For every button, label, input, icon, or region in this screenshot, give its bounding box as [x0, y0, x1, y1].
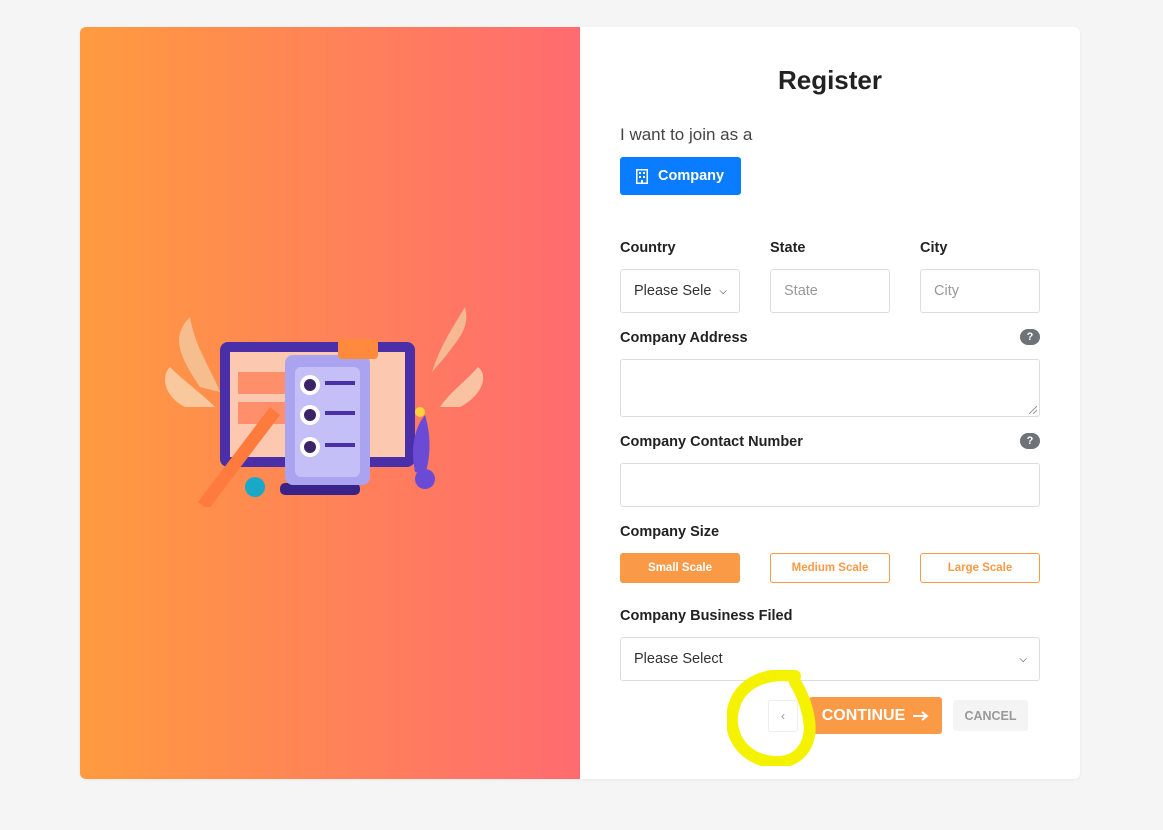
- building-icon: [636, 168, 648, 184]
- state-label: State: [770, 240, 806, 256]
- country-select-value: Please Sele: [634, 283, 712, 299]
- register-card: Register I want to join as a Company Cou…: [80, 27, 1080, 779]
- city-input[interactable]: City: [920, 269, 1040, 313]
- company-option-button[interactable]: Company: [620, 157, 741, 195]
- size-option-small[interactable]: Small Scale: [620, 553, 740, 583]
- join-as-label: I want to join as a: [620, 125, 753, 144]
- continue-label: CONTINUE: [821, 706, 906, 724]
- city-label: City: [920, 240, 948, 256]
- company-address-textarea[interactable]: [620, 359, 1040, 417]
- company-size-label: Company Size: [620, 524, 720, 540]
- business-field-label: Company Business Filed: [620, 608, 793, 624]
- continue-button[interactable]: CONTINUE: [809, 697, 942, 734]
- business-field-select[interactable]: Please Select ⌵: [620, 637, 1040, 681]
- register-form: Register I want to join as a Company Cou…: [580, 27, 1080, 779]
- company-option-label: Company: [658, 168, 725, 184]
- state-input[interactable]: State: [770, 269, 890, 313]
- country-label: Country: [620, 240, 676, 256]
- page-title: Register: [777, 65, 883, 95]
- arrow-right-icon: [913, 710, 929, 721]
- contact-help-icon[interactable]: ?: [1020, 433, 1040, 449]
- address-help-icon[interactable]: ?: [1020, 329, 1040, 345]
- company-address-label: Company Address: [620, 330, 748, 346]
- company-contact-label: Company Contact Number: [620, 434, 803, 450]
- business-field-value: Please Select: [634, 651, 723, 667]
- company-contact-input[interactable]: [620, 463, 1040, 507]
- illustration-panel: [80, 27, 580, 779]
- registration-illustration: [165, 307, 484, 507]
- resize-grip-icon[interactable]: [1029, 406, 1037, 414]
- size-option-large[interactable]: Large Scale: [920, 553, 1040, 583]
- chevron-left-icon: ‹: [781, 709, 785, 723]
- chevron-down-icon: ⌵: [719, 285, 727, 297]
- cancel-button[interactable]: CANCEL: [953, 700, 1028, 731]
- country-select[interactable]: Please Sele ⌵: [620, 269, 740, 313]
- chevron-down-icon: ⌵: [1019, 653, 1027, 665]
- size-option-medium[interactable]: Medium Scale: [770, 553, 890, 583]
- back-button[interactable]: ‹: [768, 700, 798, 732]
